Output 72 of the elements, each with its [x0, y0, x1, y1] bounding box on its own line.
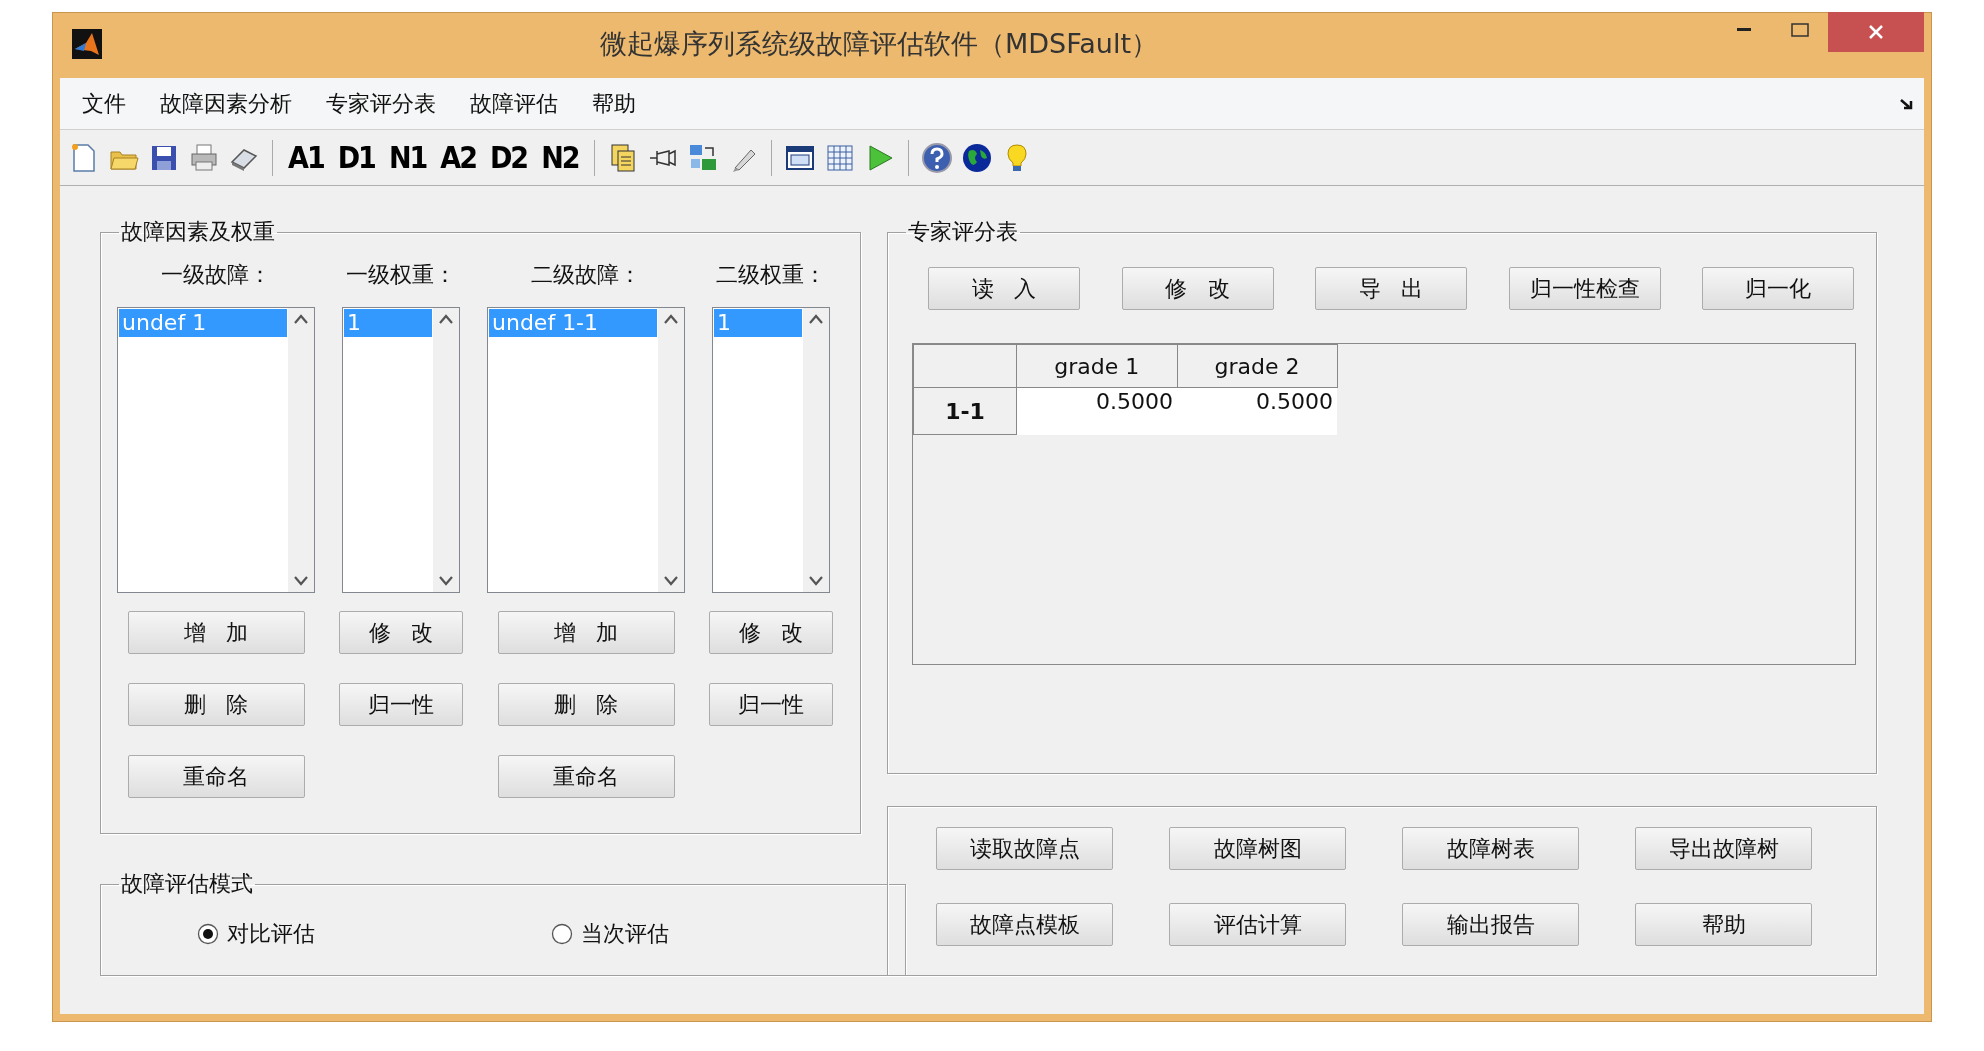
command-button[interactable]: 删 除 [127, 683, 305, 726]
scrollbar[interactable] [288, 308, 314, 592]
table-cell[interactable]: 0.5000 [1177, 387, 1337, 435]
window-title: 微起爆序列系统级故障评估软件（MDSFault） [599, 27, 1159, 61]
command-button[interactable]: 故障点模板 [936, 903, 1113, 946]
close-icon [1868, 24, 1884, 40]
column-label: 一级故障： [161, 261, 271, 289]
column-header: grade 1 [1016, 344, 1177, 388]
menu-item[interactable]: 专家评分表 [312, 88, 450, 119]
column-label: 二级故障： [531, 261, 641, 289]
scroll-down-icon [664, 576, 678, 586]
menu-item[interactable]: 故障评估 [456, 88, 572, 119]
minimize-icon [1737, 28, 1751, 32]
row-header: 1-1 [913, 387, 1017, 435]
command-button[interactable]: 修 改 [709, 611, 833, 654]
globe-icon[interactable] [960, 141, 993, 174]
column-header: grade 2 [1177, 344, 1337, 388]
help-icon[interactable] [920, 141, 953, 174]
scroll-down-icon [439, 576, 453, 586]
command-button[interactable]: 读取故障点 [936, 827, 1113, 870]
command-button[interactable]: 增 加 [127, 611, 305, 654]
menu-item[interactable]: 故障因素分析 [146, 88, 306, 119]
command-button[interactable]: 故障树图 [1169, 827, 1346, 870]
command-button[interactable]: 归一性检查 [1508, 267, 1661, 310]
command-button[interactable]: 故障树表 [1402, 827, 1579, 870]
command-button[interactable]: 输出报告 [1402, 903, 1579, 946]
menu-item[interactable]: 文件 [68, 88, 140, 119]
command-button[interactable]: 重命名 [497, 755, 675, 798]
radio-button[interactable] [551, 923, 573, 945]
command-button[interactable]: 修 改 [1121, 267, 1274, 310]
command-button[interactable]: 导 出 [1315, 267, 1467, 310]
scroll-down-icon [294, 576, 308, 586]
command-button[interactable]: 增 加 [497, 611, 675, 654]
group-title: 专家评分表 [907, 218, 1019, 246]
scroll-up-icon [664, 314, 678, 324]
radio-label[interactable]: 当次评估 [581, 919, 669, 949]
command-button[interactable]: 导出故障树 [1635, 827, 1812, 870]
menu-item[interactable]: 帮助 [578, 88, 650, 119]
scroll-up-icon [439, 314, 453, 324]
toolbar-button[interactable]: N2 [538, 140, 582, 175]
command-button[interactable]: 归一性 [709, 683, 833, 726]
toolbar-button[interactable]: A2 [437, 140, 479, 175]
maximize-icon [1791, 23, 1809, 37]
table-cell[interactable]: 0.5000 [1016, 387, 1177, 435]
scroll-down-icon [809, 576, 823, 586]
dock-arrow-icon [1900, 96, 1914, 111]
radio-label[interactable]: 对比评估 [227, 919, 315, 949]
command-button[interactable]: 归一化 [1702, 267, 1854, 310]
command-button[interactable]: 读 入 [928, 267, 1080, 310]
command-button[interactable]: 归一性 [339, 683, 463, 726]
radio-button[interactable] [197, 923, 219, 945]
column-label: 一级权重： [346, 261, 456, 289]
score-table[interactable]: grade 1 grade 2 1-1 0.5000 0.5000 [912, 343, 1856, 665]
command-button[interactable]: 帮助 [1635, 903, 1812, 946]
scrollbar[interactable] [803, 308, 829, 592]
command-button[interactable]: 重命名 [127, 755, 305, 798]
command-button[interactable]: 评估计算 [1169, 903, 1346, 946]
group-title: 故障评估模式 [120, 870, 254, 898]
toolbar-button[interactable]: D1 [334, 140, 378, 175]
scroll-up-icon [294, 314, 308, 324]
scrollbar[interactable] [433, 308, 459, 592]
toolbar-button[interactable]: D2 [486, 140, 531, 175]
command-button[interactable]: 删 除 [497, 683, 675, 726]
group-title: 故障因素及权重 [120, 218, 276, 246]
app-logo-icon [72, 29, 102, 59]
scroll-up-icon [809, 314, 823, 324]
toolbar-button[interactable]: A1 [285, 140, 327, 175]
print-icon[interactable] [188, 141, 220, 174]
command-button[interactable]: 修 改 [339, 611, 463, 654]
toolbar-button[interactable]: N1 [385, 140, 430, 175]
column-label: 二级权重： [716, 261, 826, 289]
scrollbar[interactable] [658, 308, 684, 592]
